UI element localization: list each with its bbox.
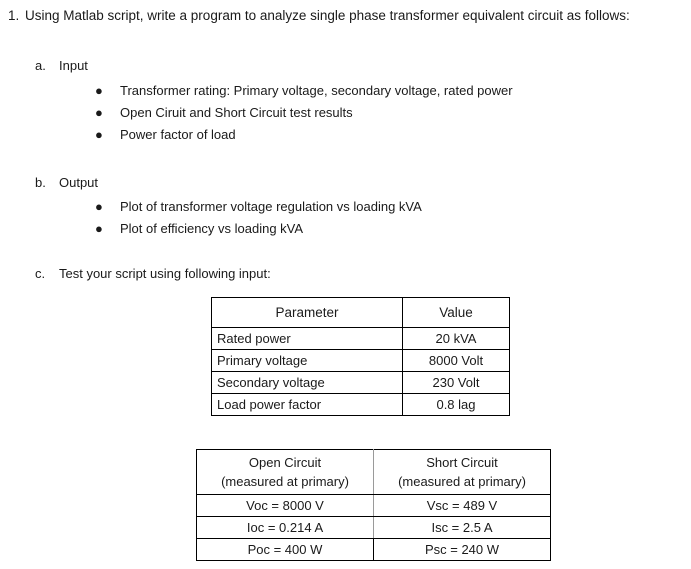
bullet-icon: ● [95,221,103,236]
cell-open-circuit: Poc = 400 W [196,538,374,561]
cell-parameter: Secondary voltage [211,371,403,394]
bullet-icon: ● [95,83,103,98]
list-item: ● Open Ciruit and Short Circuit test resu… [95,102,513,124]
part-b-bullet-list: ● Plot of transformer voltage regulation … [95,196,422,240]
part-a-letter: a. [35,58,46,73]
part-c-letter: c. [35,266,46,281]
cell-short-circuit: Psc = 240 W [373,538,551,561]
part-b: b. Output [35,173,98,192]
list-item: ● Power factor of load [95,124,513,146]
table-row: Rated power 20 kVA [211,327,510,350]
part-c-title: Test your script using following input: [59,266,271,281]
table-row: Ioc = 0.214 A Isc = 2.5 A [196,516,551,539]
cell-open-circuit: Voc = 8000 V [196,494,374,517]
parameter-value-table: Parameter Value Rated power 20 kVA Prima… [211,297,510,416]
document-page: 1. Using Matlab script, write a program … [0,0,691,569]
column-header-short-circuit: Short Circuit (measured at primary) [373,449,551,495]
table-row: Primary voltage 8000 Volt [211,349,510,372]
list-item-label: Transformer rating: Primary voltage, sec… [120,83,513,98]
table-header-row: Open Circuit (measured at primary) Short… [196,449,551,495]
cell-parameter: Primary voltage [211,349,403,372]
list-item-label: Open Ciruit and Short Circuit test resul… [120,105,353,120]
question-number: 1. [8,8,20,23]
bullet-icon: ● [95,127,103,142]
list-item: ● Transformer rating: Primary voltage, se… [95,80,513,102]
short-circuit-title: Short Circuit [426,455,498,470]
list-item: ● Plot of efficiency vs loading kVA [95,218,422,240]
list-item-label: Power factor of load [120,127,236,142]
table-row: Poc = 400 W Psc = 240 W [196,538,551,561]
question-item: 1. Using Matlab script, write a program … [8,6,686,27]
cell-parameter: Rated power [211,327,403,350]
cell-value: 0.8 lag [402,393,510,416]
list-item: ● Plot of transformer voltage regulation … [95,196,422,218]
column-header-open-circuit: Open Circuit (measured at primary) [196,449,374,495]
cell-value: 230 Volt [402,371,510,394]
part-b-letter: b. [35,175,46,190]
cell-short-circuit: Vsc = 489 V [373,494,551,517]
open-circuit-subtitle: (measured at primary) [221,474,349,489]
cell-open-circuit: Ioc = 0.214 A [196,516,374,539]
table-header-row: Parameter Value [211,297,510,328]
part-a-title: Input [59,58,88,73]
open-circuit-title: Open Circuit [248,455,322,470]
list-item-label: Plot of transformer voltage regulation v… [120,199,422,214]
cell-short-circuit: Isc = 2.5 A [373,516,551,539]
oc-sc-test-table: Open Circuit (measured at primary) Short… [196,449,551,561]
cell-value: 20 kVA [402,327,510,350]
part-a-bullet-list: ● Transformer rating: Primary voltage, se… [95,80,513,146]
part-a: a. Input [35,56,88,75]
cell-value: 8000 Volt [402,349,510,372]
table-row: Voc = 8000 V Vsc = 489 V [196,494,551,517]
list-item-label: Plot of efficiency vs loading kVA [120,221,304,236]
short-circuit-subtitle: (measured at primary) [398,474,526,489]
part-c: c. Test your script using following inpu… [35,264,271,283]
bullet-icon: ● [95,105,103,120]
bullet-icon: ● [95,199,103,214]
table-row: Load power factor 0.8 lag [211,393,510,416]
cell-parameter: Load power factor [211,393,403,416]
column-header-value: Value [402,297,510,328]
column-header-parameter: Parameter [211,297,403,328]
part-b-title: Output [59,175,99,190]
table-row: Secondary voltage 230 Volt [211,371,510,394]
question-stem: Using Matlab script, write a program to … [25,8,630,23]
